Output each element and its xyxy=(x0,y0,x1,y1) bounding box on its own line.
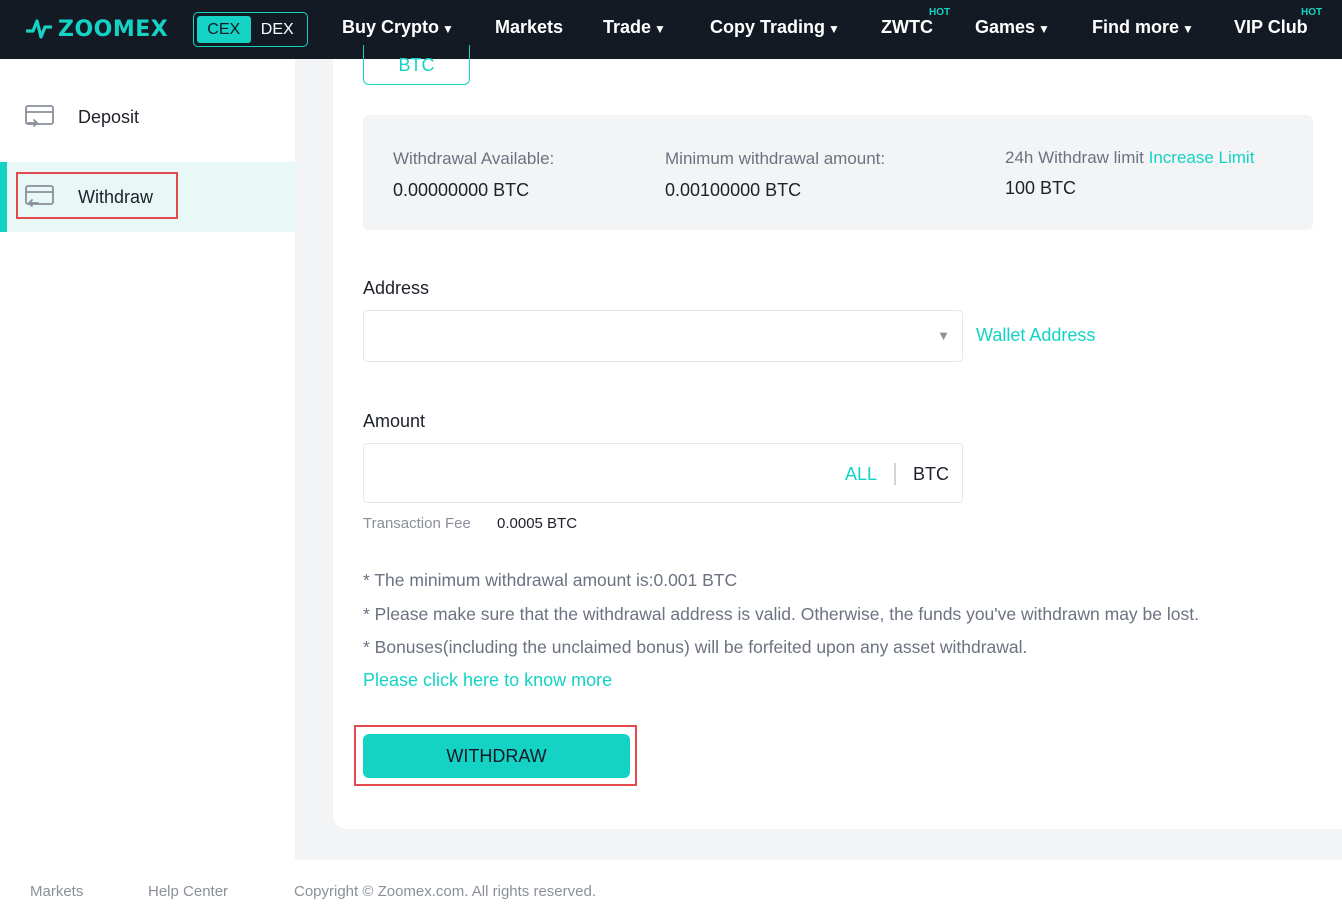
address-select[interactable]: ▼ xyxy=(363,310,963,362)
logo[interactable]: ZOOMEX xyxy=(26,15,168,43)
nav-markets[interactable]: Markets xyxy=(495,17,563,38)
minimum-label: Minimum withdrawal amount: xyxy=(665,149,886,168)
coin-tab-btc[interactable]: BTC xyxy=(363,45,470,85)
divider xyxy=(894,463,896,485)
logo-text: ZOOMEX xyxy=(58,16,169,42)
address-label: Address xyxy=(363,278,430,298)
note-address: * Please make sure that the withdrawal a… xyxy=(363,604,1199,624)
all-button[interactable]: ALL xyxy=(845,464,877,485)
fee-value: 0.0005 BTC xyxy=(497,515,578,532)
nav-copy-trading[interactable]: Copy Trading ▼ xyxy=(710,17,840,38)
nav-games-label: Games xyxy=(975,17,1036,37)
hot-badge: HOT xyxy=(929,7,951,18)
fee-label: Transaction Fee xyxy=(363,515,471,532)
highlight-box xyxy=(354,725,637,786)
nav-games[interactable]: Games ▼ xyxy=(975,17,1050,38)
sidebar-item-label: Deposit xyxy=(78,106,140,127)
nav-find-more[interactable]: Find more ▼ xyxy=(1092,17,1194,38)
nav-vip-club[interactable]: VIP Club xyxy=(1234,17,1308,38)
cex-toggle[interactable]: CEX xyxy=(197,16,251,43)
caret-down-icon: ▼ xyxy=(1182,22,1194,36)
amount-input[interactable]: ALL BTC xyxy=(363,443,963,503)
nav-zwtc[interactable]: ZWTC xyxy=(881,17,933,38)
top-navbar: ZOOMEX CEX DEX Buy Crypto ▼ Markets Trade… xyxy=(0,0,1342,59)
caret-down-icon: ▼ xyxy=(442,22,454,36)
footer-markets-link[interactable]: Markets xyxy=(30,883,83,900)
nav-buy-crypto-label: Buy Crypto xyxy=(342,17,440,37)
available-value: 0.00000000 BTC xyxy=(393,180,530,200)
withdraw-info-box: Withdrawal Available: 0.00000000 BTC Min… xyxy=(363,115,1313,230)
nav-buy-crypto[interactable]: Buy Crypto ▼ xyxy=(342,17,454,38)
dex-toggle[interactable]: DEX xyxy=(251,16,305,43)
sidebar-item-deposit[interactable]: Deposit xyxy=(0,82,295,152)
limit-value: 100 BTC xyxy=(1005,178,1077,198)
increase-limit-link[interactable]: Increase Limit xyxy=(1149,148,1255,167)
available-label: Withdrawal Available: xyxy=(393,149,555,168)
highlight-box xyxy=(16,172,178,219)
note-minimum: * The minimum withdrawal amount is:0.001… xyxy=(363,570,738,590)
footer-copyright: Copyright © Zoomex.com. All rights reser… xyxy=(294,883,596,900)
caret-down-icon: ▼ xyxy=(937,328,950,343)
wallet-address-link[interactable]: Wallet Address xyxy=(976,325,1095,346)
caret-down-icon: ▼ xyxy=(654,22,666,36)
note-bonus: * Bonuses(including the unclaimed bonus)… xyxy=(363,637,1028,657)
amount-label: Amount xyxy=(363,411,426,431)
nav-copy-trading-label: Copy Trading xyxy=(710,17,826,37)
caret-down-icon: ▼ xyxy=(828,22,840,36)
cex-dex-switch: CEX DEX xyxy=(193,12,308,47)
nav-trade-label: Trade xyxy=(603,17,652,37)
limit-label: 24h Withdraw limit xyxy=(1005,148,1144,167)
nav-find-more-label: Find more xyxy=(1092,17,1180,37)
minimum-value: 0.00100000 BTC xyxy=(665,180,802,200)
know-more-link[interactable]: Please click here to know more xyxy=(363,670,612,691)
footer: Markets Help Center Copyright © Zoomex.c… xyxy=(0,860,1342,912)
amount-unit: BTC xyxy=(913,464,949,484)
limit-label-row: 24h Withdraw limit Increase Limit xyxy=(1005,148,1254,168)
caret-down-icon: ▼ xyxy=(1038,22,1050,36)
zoomex-logo-icon xyxy=(26,19,52,39)
deposit-card-icon xyxy=(25,105,54,127)
nav-trade[interactable]: Trade ▼ xyxy=(603,17,666,38)
footer-help-center-link[interactable]: Help Center xyxy=(148,883,228,900)
hot-badge: HOT xyxy=(1301,7,1323,18)
